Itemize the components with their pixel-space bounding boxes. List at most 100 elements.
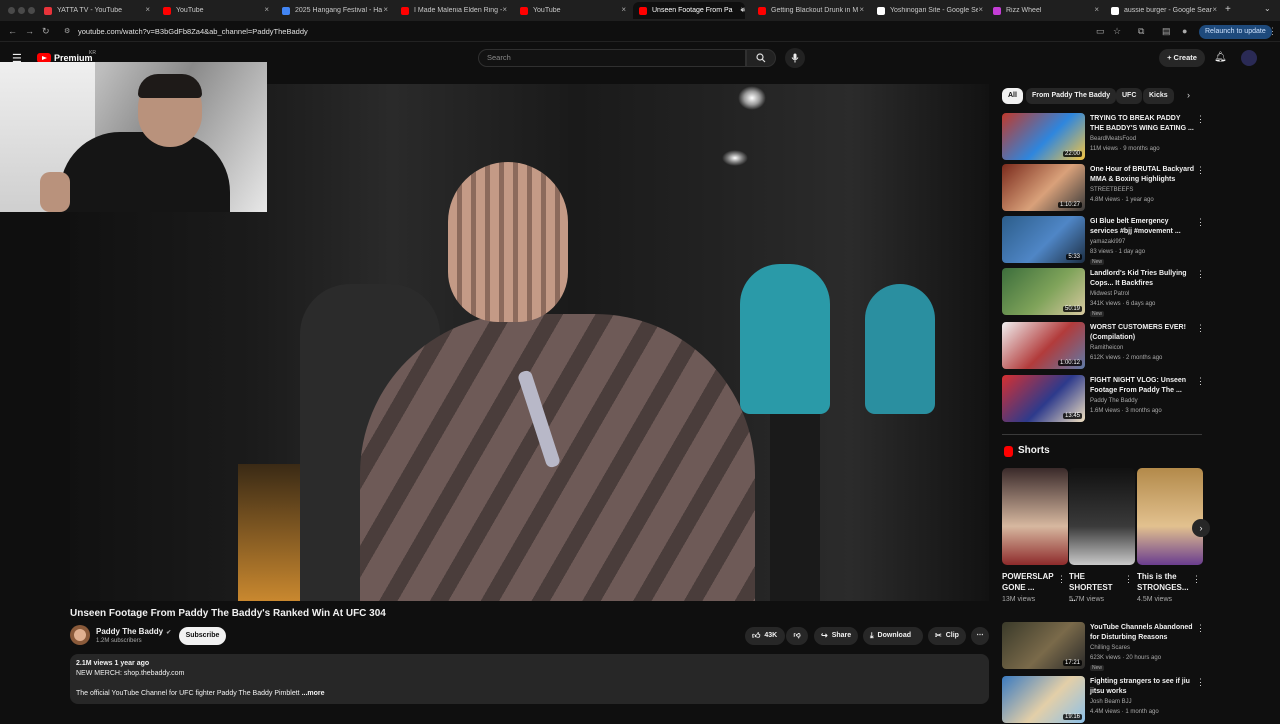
download-button[interactable]: ⤓ Download [863, 627, 923, 645]
bookmark-star-icon[interactable]: ☆ [1113, 26, 1121, 37]
recommended-channel[interactable]: Josh Beam BJJ [1090, 699, 1132, 705]
recommended-video[interactable]: 50:19 Landlord's Kid Tries Bullying Cops.… [1002, 268, 1205, 317]
extensions-icon[interactable]: ⧉ [1138, 26, 1144, 37]
shorts-next-arrow-icon[interactable]: › [1192, 519, 1210, 537]
tab-close-icon[interactable]: × [383, 5, 388, 14]
recommended-title[interactable]: TRYING TO BREAK PADDY THE BADDY'S WING E… [1090, 114, 1194, 134]
channel-name-row[interactable]: Paddy The Baddy ✔ [96, 627, 171, 636]
filter-chip[interactable]: All [1002, 88, 1023, 104]
recommended-video[interactable]: 13:45 FIGHT NIGHT VLOG: Unseen Footage Fr… [1002, 375, 1205, 423]
browser-tab[interactable]: YouTube × [514, 2, 626, 19]
sidebar-icon[interactable]: ▤ [1162, 26, 1171, 37]
tab-close-icon[interactable]: × [978, 5, 983, 14]
relaunch-button[interactable]: Relaunch to update [1199, 25, 1272, 39]
more-options-icon[interactable]: ⋮ [1196, 623, 1205, 634]
clip-button[interactable]: ✂ Clip [928, 627, 966, 645]
short-thumbnail[interactable] [1069, 468, 1135, 565]
short-thumbnail[interactable] [1137, 468, 1203, 565]
more-options-icon[interactable]: ⋮ [1124, 574, 1133, 585]
like-button[interactable]: 👍︎ 43K [745, 627, 785, 645]
video-thumbnail[interactable]: 1:10:27 [1002, 164, 1085, 211]
recommended-channel[interactable]: Paddy The Baddy [1090, 398, 1138, 404]
window-minimize-dot[interactable] [18, 7, 25, 14]
recommended-channel[interactable]: Midwest Patrol [1090, 291, 1129, 297]
video-thumbnail[interactable]: 50:19 [1002, 268, 1085, 315]
tab-close-icon[interactable]: × [1212, 5, 1217, 14]
recommended-title[interactable]: Fighting strangers to see if jiu jitsu w… [1090, 677, 1194, 697]
more-options-icon[interactable]: ⋮ [1057, 574, 1066, 585]
browser-tab[interactable]: 2025 Hangang Festival - Ha × [276, 2, 388, 19]
recommended-video[interactable]: 19:16 Fighting strangers to see if jiu ji… [1002, 676, 1205, 724]
notifications-bell-icon[interactable]: 🔔︎ [1214, 52, 1227, 63]
tab-close-icon[interactable]: × [145, 5, 150, 14]
recommended-title[interactable]: GI Blue belt Emergency services #bjj #mo… [1090, 217, 1194, 237]
video-thumbnail[interactable]: 5:33 [1002, 216, 1085, 263]
browser-tab[interactable]: I Made Malenia Elden Ring - × [395, 2, 507, 19]
account-avatar[interactable] [1241, 50, 1257, 66]
video-thumbnail[interactable]: 22:00 [1002, 113, 1085, 160]
tab-close-icon[interactable]: × [740, 5, 745, 14]
browser-tab[interactable]: Getting Blackout Drunk in M × [752, 2, 864, 19]
recommended-channel[interactable]: yamazaki997 [1090, 239, 1125, 245]
description-box[interactable]: 2.1M views 1 year ago NEW MERCH: shop.th… [70, 654, 989, 704]
tab-close-icon[interactable]: × [621, 5, 626, 14]
tab-close-icon[interactable]: × [264, 5, 269, 14]
window-zoom-dot[interactable] [28, 7, 35, 14]
more-options-icon[interactable]: ⋮ [1196, 217, 1205, 228]
recommended-video[interactable]: 17:21 YouTube Channels Abandoned for Dist… [1002, 622, 1205, 671]
create-button[interactable]: + Create [1159, 49, 1205, 67]
short-title[interactable]: POWERSLAP GONE ... [1002, 571, 1054, 593]
description-more-link[interactable]: ...more [302, 690, 325, 697]
recommended-channel[interactable]: STREETBEEFS [1090, 187, 1133, 193]
forward-icon[interactable]: → [25, 26, 34, 36]
tab-close-icon[interactable]: × [859, 5, 864, 14]
recommended-video[interactable]: 1:10:27 One Hour of BRUTAL Backyard MMA &… [1002, 164, 1205, 212]
filter-chip[interactable]: Kicks [1143, 88, 1174, 104]
search-input[interactable]: Search [478, 49, 746, 67]
dislike-button[interactable]: 👎︎ [786, 627, 808, 645]
recommended-channel[interactable]: Ramitheicon [1090, 345, 1123, 351]
tab-search-icon[interactable]: ⌄ [1264, 4, 1271, 13]
recommended-video[interactable]: 1:00:12 WORST CUSTOMERS EVER! (Compilatio… [1002, 322, 1205, 370]
video-thumbnail[interactable]: 1:00:12 [1002, 322, 1085, 369]
subscribe-button[interactable]: Subscribe [179, 627, 226, 645]
short-thumbnail[interactable] [1002, 468, 1068, 565]
tab-close-icon[interactable]: × [502, 5, 507, 14]
more-options-icon[interactable]: ⋮ [1196, 323, 1205, 334]
recommended-video[interactable]: 5:33 GI Blue belt Emergency services #bjj… [1002, 216, 1205, 265]
more-options-icon[interactable]: ⋮ [1196, 165, 1205, 176]
back-icon[interactable]: ← [8, 26, 17, 36]
filter-chip[interactable]: From Paddy The Baddy [1026, 88, 1117, 104]
browser-tab[interactable]: Rizz Wheel × [987, 2, 1099, 19]
url-field[interactable]: ⚙ youtube.com/watch?v=B3bGdFb8Za4&ab_cha… [60, 24, 1080, 39]
recommended-channel[interactable]: Chilling Scares [1090, 645, 1130, 651]
recommended-video[interactable]: 22:00 TRYING TO BREAK PADDY THE BADDY'S W… [1002, 113, 1205, 161]
more-options-icon[interactable]: ⋮ [1196, 269, 1205, 280]
video-thumbnail[interactable]: 19:16 [1002, 676, 1085, 723]
more-actions-button[interactable]: ⋯ [971, 627, 989, 645]
browser-tab[interactable]: Yoshinogari Site - Google Se × [871, 2, 983, 19]
more-options-icon[interactable]: ⋮ [1196, 376, 1205, 387]
recommended-title[interactable]: One Hour of BRUTAL Backyard MMA & Boxing… [1090, 165, 1194, 185]
search-button[interactable] [746, 49, 776, 67]
voice-search-button[interactable] [785, 48, 805, 68]
reload-icon[interactable]: ↻ [42, 26, 50, 37]
recommended-title[interactable]: FIGHT NIGHT VLOG: Unseen Footage From Pa… [1090, 376, 1194, 396]
channel-avatar[interactable] [70, 625, 90, 645]
short-title[interactable]: This is the STRONGES... [1137, 571, 1189, 593]
recommended-channel[interactable]: BeardMeatsFood [1090, 136, 1136, 142]
cast-icon[interactable]: ▭ [1096, 26, 1105, 37]
chips-next-arrow-icon[interactable]: › [1187, 90, 1190, 100]
more-options-icon[interactable]: ⋮ [1192, 574, 1201, 585]
browser-tab[interactable]: aussie burger - Google Sear × [1105, 2, 1217, 19]
new-tab-icon[interactable]: + [1225, 4, 1231, 15]
recommended-title[interactable]: YouTube Channels Abandoned for Disturbin… [1090, 623, 1194, 643]
more-options-icon[interactable]: ⋮ [1196, 114, 1205, 125]
browser-tab[interactable]: YouTube × [157, 2, 269, 19]
window-close-dot[interactable] [8, 7, 15, 14]
video-thumbnail[interactable]: 17:21 [1002, 622, 1085, 669]
more-options-icon[interactable]: ⋮ [1196, 677, 1205, 688]
video-thumbnail[interactable]: 13:45 [1002, 375, 1085, 422]
tab-close-icon[interactable]: × [1094, 5, 1099, 14]
recommended-title[interactable]: Landlord's Kid Tries Bullying Cops... It… [1090, 269, 1194, 289]
